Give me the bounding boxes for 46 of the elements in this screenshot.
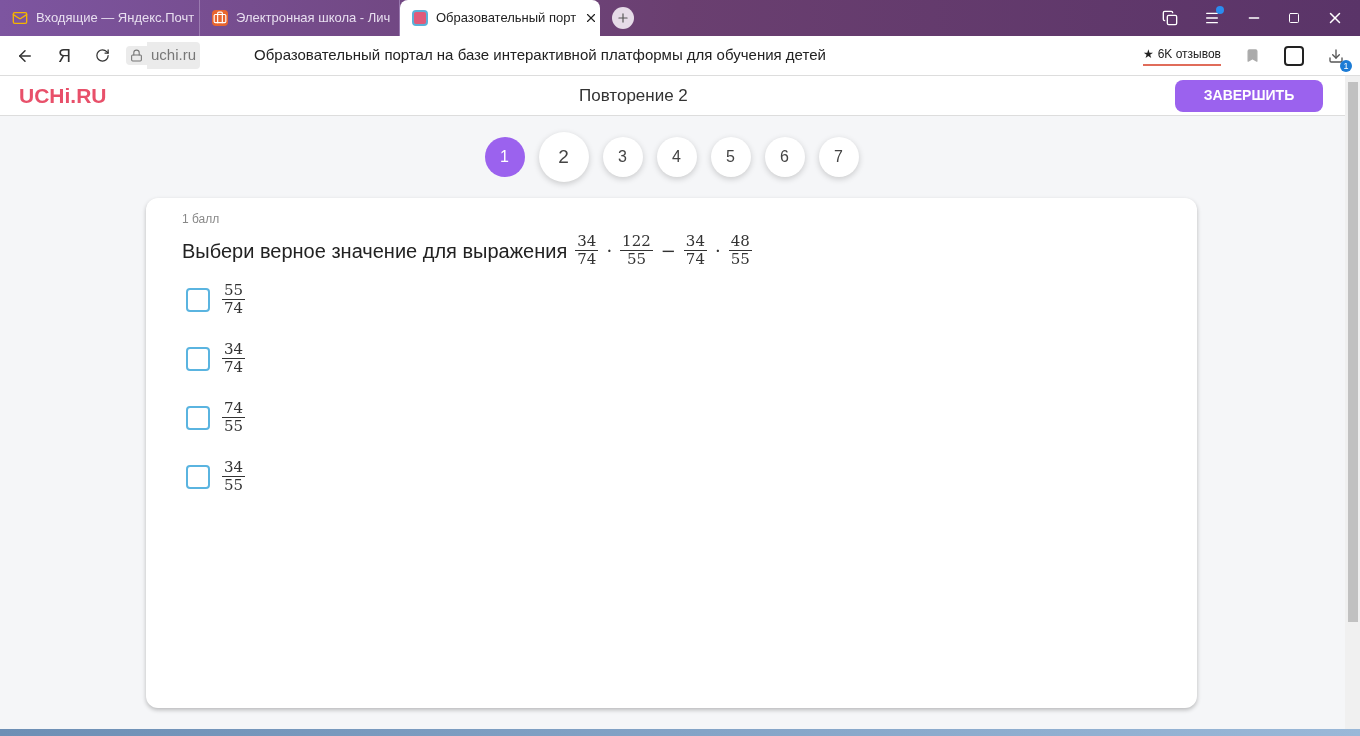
operator: · <box>714 239 721 263</box>
collections-icon[interactable] <box>1162 10 1178 26</box>
new-tab-button[interactable] <box>612 7 634 29</box>
fraction: 34 55 <box>222 460 246 493</box>
restore-icon[interactable] <box>1288 12 1300 24</box>
checkbox[interactable] <box>186 464 210 489</box>
url-text[interactable]: uchi.ru <box>147 42 201 69</box>
step-button[interactable]: 3 <box>602 137 643 177</box>
checkbox[interactable] <box>186 346 210 371</box>
site-icon <box>412 10 428 26</box>
mail-icon <box>12 10 28 26</box>
page-title: Образовательный портал на базе интерактивной платформы для обучения детей <box>254 45 826 66</box>
question-text: Выбери верное значение для выражения <box>182 238 568 264</box>
fraction: 34 74 <box>222 342 246 375</box>
step-button[interactable]: 6 <box>764 137 805 177</box>
yandex-logo[interactable]: Я <box>58 45 71 66</box>
reload-icon[interactable] <box>95 48 110 63</box>
fraction: 34 74 <box>683 234 707 267</box>
plus-icon <box>616 11 630 25</box>
operator: · <box>606 239 613 263</box>
briefcase-icon <box>212 10 228 26</box>
fraction: 34 74 <box>575 234 599 267</box>
checkbox[interactable] <box>186 405 210 430</box>
tab-title: Образовательный порт <box>436 9 577 28</box>
fraction: 48 55 <box>728 234 752 267</box>
fraction: 55 74 <box>222 283 246 316</box>
reviews-link[interactable]: ★ 6K отзывов <box>1143 45 1221 66</box>
step-button[interactable]: 5 <box>710 137 751 177</box>
browser-tab[interactable]: Образовательный порт <box>400 0 600 36</box>
lesson-title: Повторение 2 <box>579 84 688 107</box>
logo[interactable]: UCHi.RU <box>19 79 579 112</box>
checkbox[interactable] <box>186 287 210 312</box>
step-button[interactable]: 2 <box>538 132 589 182</box>
lock-icon <box>126 46 147 65</box>
fraction: 74 55 <box>222 401 246 434</box>
operator: − <box>660 239 676 263</box>
step-button[interactable]: 7 <box>818 137 859 177</box>
step-button[interactable]: 4 <box>656 137 697 177</box>
download-count: 1 <box>1340 59 1352 72</box>
finish-button[interactable]: ЗАВЕРШИТЬ <box>1175 79 1323 112</box>
downloads-icon[interactable] <box>1328 47 1344 64</box>
points-label: 1 балл <box>182 211 221 228</box>
step-button[interactable]: 1 <box>484 137 525 177</box>
fraction: 122 55 <box>620 234 653 267</box>
tab-title: Входящие — Яндекс.Почт <box>36 9 195 28</box>
tab-title: Электронная школа - Лич <box>236 9 391 28</box>
